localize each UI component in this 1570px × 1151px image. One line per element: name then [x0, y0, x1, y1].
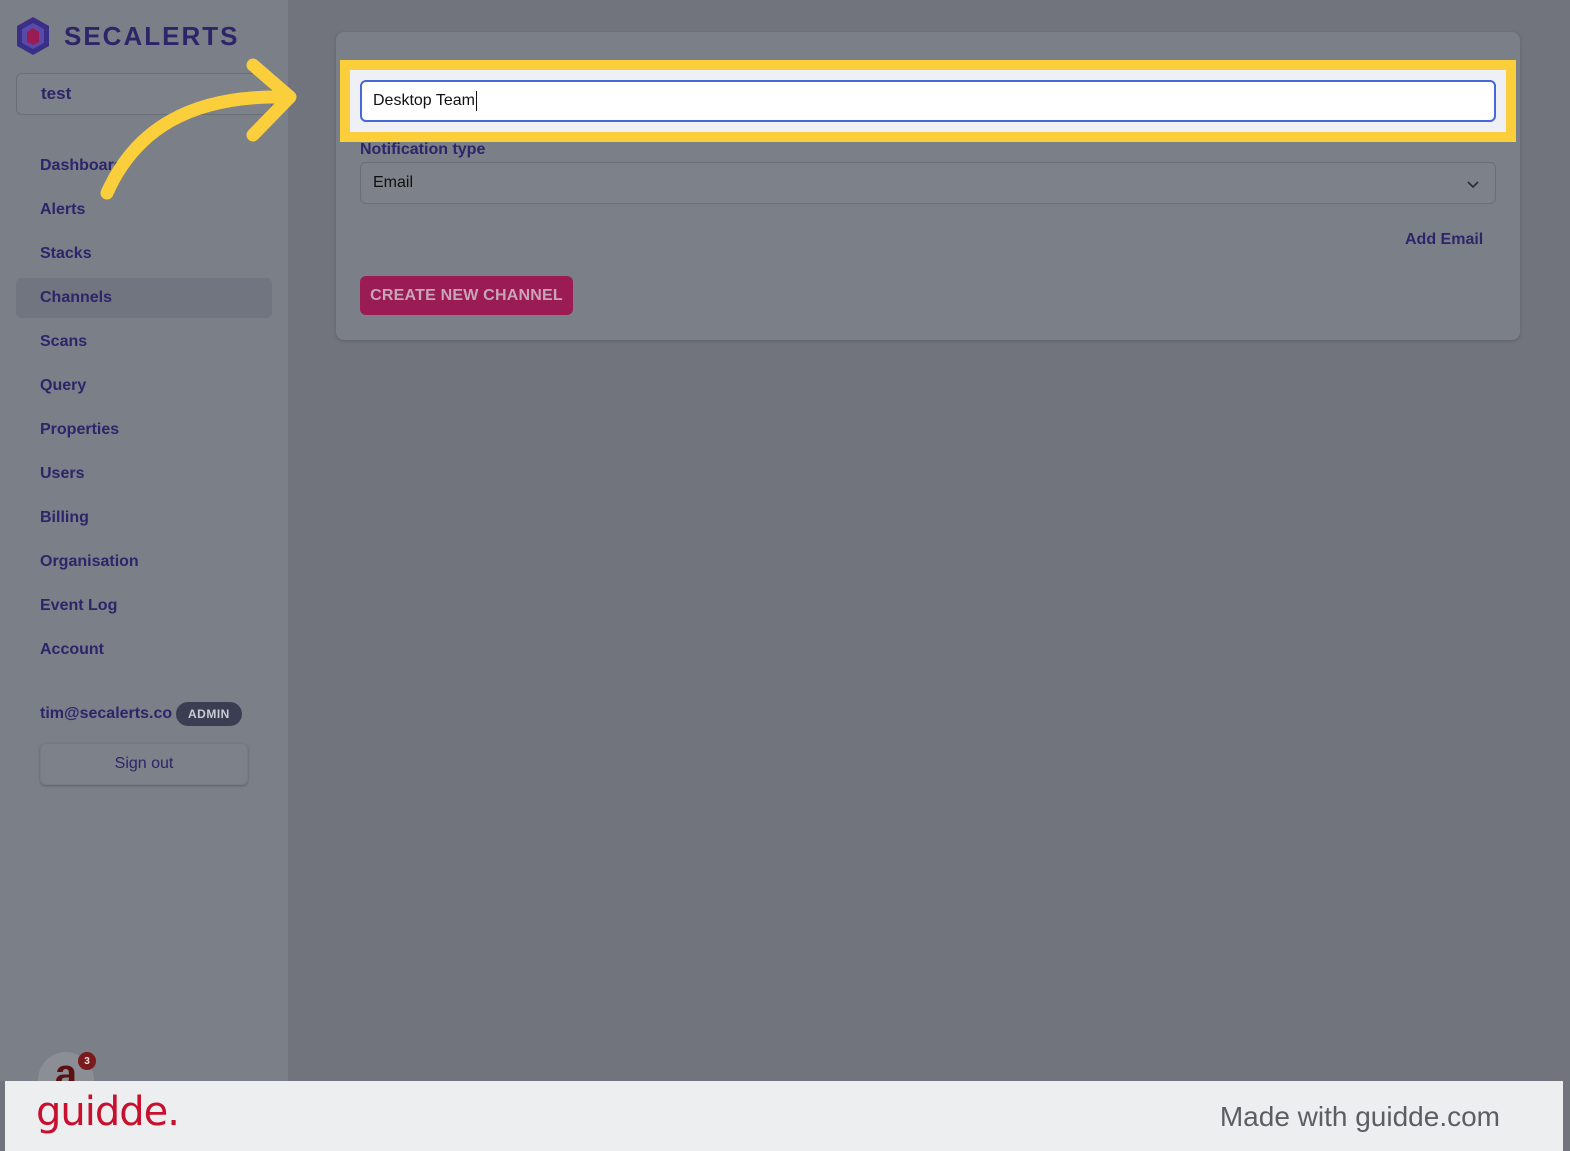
- brand-hexagon-icon: [17, 17, 49, 55]
- create-channel-button[interactable]: CREATE NEW CHANNEL: [360, 276, 573, 315]
- curved-arrow-icon: [100, 58, 297, 200]
- text-caret: [475, 91, 477, 111]
- sidebar-item-label: Users: [40, 465, 85, 482]
- user-email: tim@secalerts.co: [40, 705, 173, 722]
- footer-banner: guidde. Made with guidde.com: [5, 1081, 1563, 1151]
- add-email-link[interactable]: Add Email: [1405, 231, 1483, 249]
- sidebar-item-label: Query: [40, 377, 87, 394]
- sidebar-item-users[interactable]: Users: [16, 454, 272, 494]
- sidebar-item-organisation[interactable]: Organisation: [16, 542, 272, 582]
- sidebar-item-properties[interactable]: Properties: [16, 410, 272, 450]
- channel-name-input[interactable]: Desktop Team: [360, 80, 1496, 122]
- user-info: tim@secalerts.co ADMIN: [40, 702, 242, 726]
- sidebar-nav: Dashboard Alerts Stacks Channels Scans Q…: [16, 146, 272, 674]
- notification-type-select[interactable]: Email: [360, 162, 1496, 204]
- guidde-logo: guidde.: [36, 1089, 180, 1135]
- sidebar-item-channels[interactable]: Channels: [16, 278, 272, 318]
- sidebar-item-label: Properties: [40, 421, 120, 438]
- sidebar-item-label: Billing: [40, 509, 89, 526]
- sidebar-item-account[interactable]: Account: [16, 630, 272, 670]
- notification-type-value: Email: [373, 174, 414, 191]
- sidebar-item-query[interactable]: Query: [16, 366, 272, 406]
- chevron-down-icon: [1467, 181, 1479, 189]
- sidebar-item-label: Stacks: [40, 245, 92, 262]
- role-badge: ADMIN: [176, 702, 242, 726]
- sidebar-item-label: Event Log: [40, 597, 118, 614]
- sidebar-item-label: Alerts: [40, 201, 86, 218]
- brand-name: SECALERTS: [64, 20, 240, 51]
- channel-name-value: Desktop Team: [373, 92, 475, 109]
- sidebar-item-label: Scans: [40, 333, 88, 350]
- notification-badge: 3: [78, 1052, 96, 1070]
- brand[interactable]: SECALERTS: [16, 16, 239, 56]
- sidebar-item-label: Account: [40, 641, 104, 658]
- org-selector-value: test: [41, 84, 72, 103]
- sidebar-item-label: Channels: [40, 289, 113, 306]
- sidebar-item-stacks[interactable]: Stacks: [16, 234, 272, 274]
- sidebar-item-event-log[interactable]: Event Log: [16, 586, 272, 626]
- sidebar-item-billing[interactable]: Billing: [16, 498, 272, 538]
- notification-type-label: Notification type: [360, 141, 486, 158]
- sign-out-button[interactable]: Sign out: [40, 743, 248, 785]
- footer-credit: Made with guidde.com: [1219, 1101, 1500, 1132]
- sidebar-item-label: Organisation: [40, 553, 139, 570]
- sidebar-item-scans[interactable]: Scans: [16, 322, 272, 362]
